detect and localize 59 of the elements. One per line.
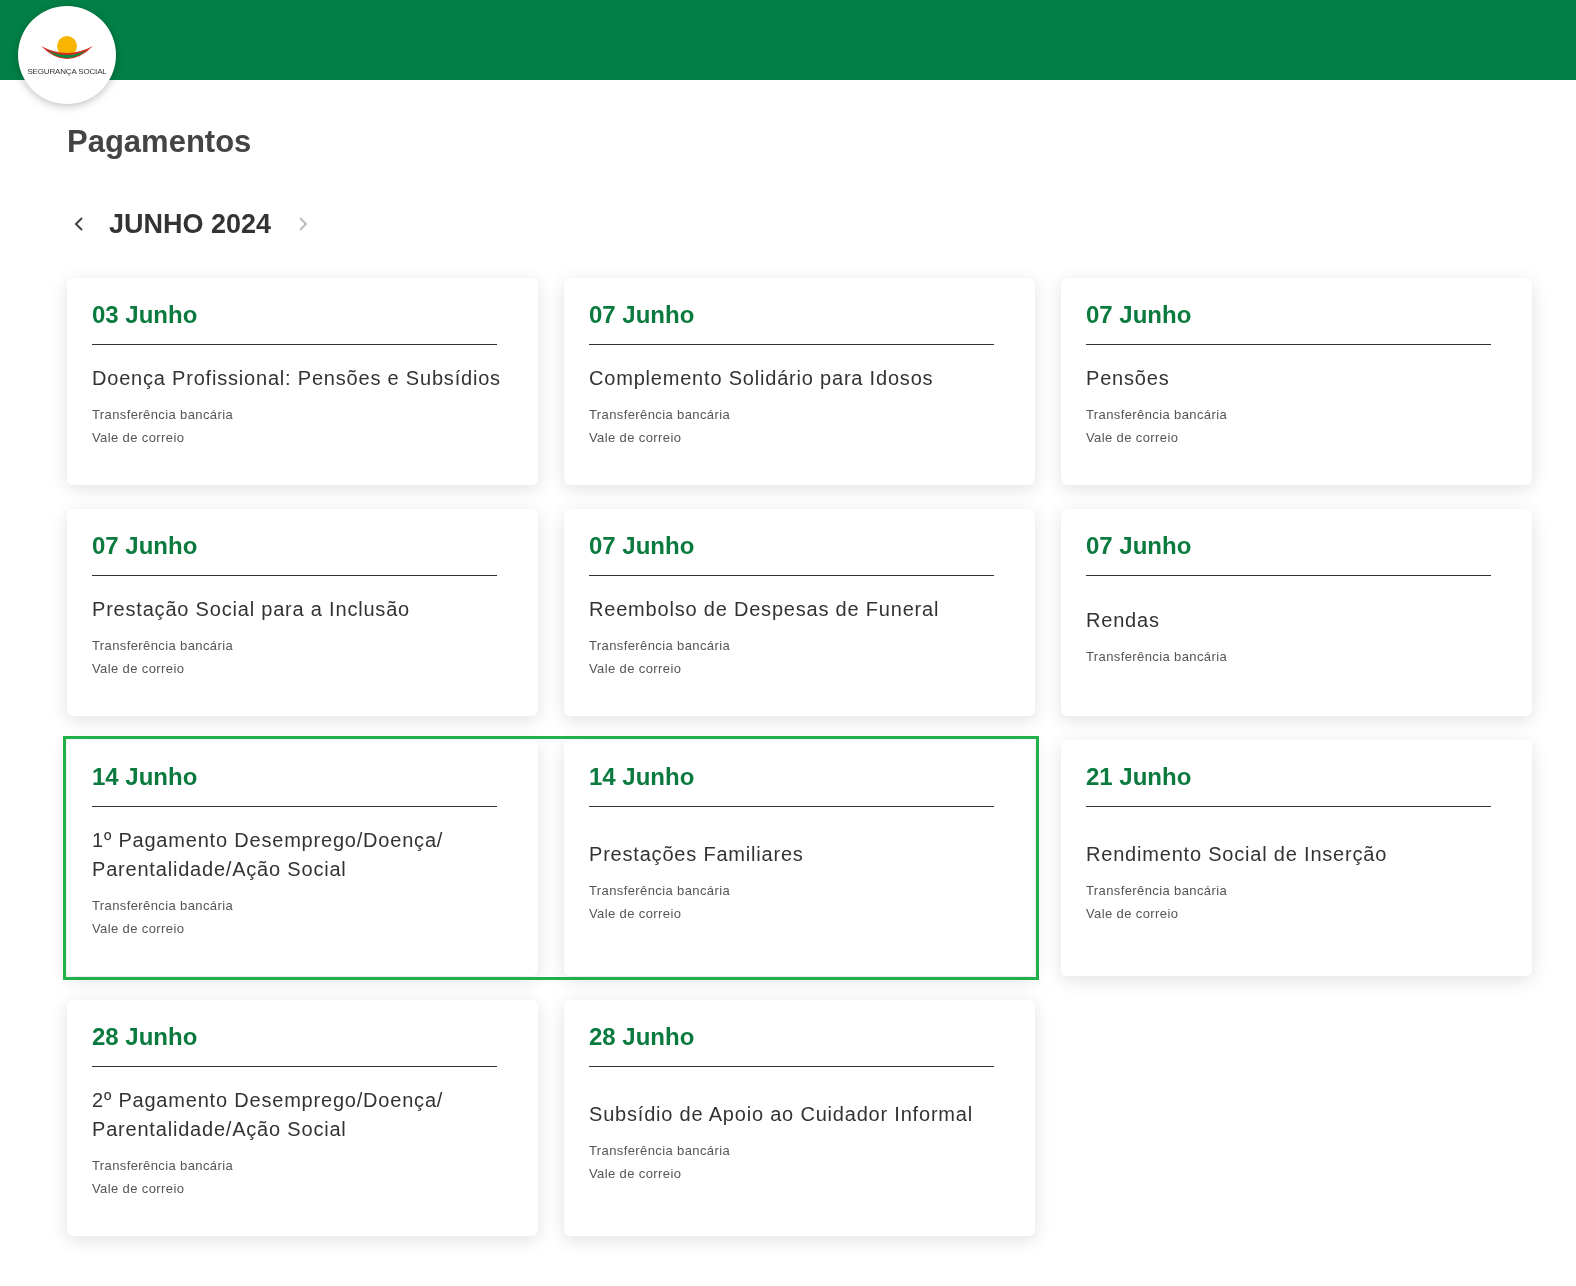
- payment-card[interactable]: 07 Junho Rendas Transferência bancária: [1061, 509, 1532, 716]
- chevron-right-icon: [298, 216, 309, 232]
- payment-method: Transferência bancária: [92, 405, 234, 424]
- payment-title: Pensões: [1086, 365, 1171, 391]
- payment-method: Transferência bancária: [589, 405, 731, 424]
- chevron-left-icon: [74, 216, 84, 232]
- payment-title: Subsídio de Apoio ao Cuidador Informal: [589, 1102, 974, 1127]
- payment-method: Transferência bancária: [92, 896, 234, 915]
- payment-card[interactable]: 07 Junho Prestação Social para a Inclusão Transferência bancária Vale de correio: [67, 509, 538, 716]
- payment-method: Vale de correio: [92, 1179, 185, 1198]
- payment-method: Transferência bancária: [1086, 405, 1228, 424]
- payment-date: 14 Junho: [589, 762, 695, 792]
- payment-method: Transferência bancária: [92, 1156, 234, 1175]
- payment-card[interactable]: 21 Junho Rendimento Social de Inserção Transferência bancária Vale de correio: [1061, 740, 1532, 976]
- payment-card[interactable]: 07 Junho Complemento Solidário para Idosos Transferência bancária Vale de correio: [564, 278, 1035, 485]
- payment-title: Prestação Social para a Inclusão: [92, 596, 411, 622]
- payment-method: Vale de correio: [92, 428, 185, 447]
- payment-date: 14 Junho: [92, 762, 198, 792]
- payment-method: Vale de correio: [92, 659, 185, 678]
- payment-card[interactable]: 03 Junho Doença Profissional: Pensões e Subsídios Transferência bancária Vale de correio: [67, 278, 538, 485]
- payment-date: 07 Junho: [589, 300, 695, 330]
- payment-title: 1º Pagamento Desemprego/Doença/ Parentalidade/Ação Social: [92, 827, 445, 882]
- payment-date: 03 Junho: [92, 300, 198, 330]
- payment-method: Transferência bancária: [589, 636, 731, 655]
- payment-method: Vale de correio: [1086, 428, 1179, 447]
- payment-date: 07 Junho: [589, 531, 695, 561]
- payment-method: Vale de correio: [589, 659, 682, 678]
- payment-date: 28 Junho: [589, 1022, 695, 1052]
- payment-card[interactable]: 28 Junho 2º Pagamento Desemprego/Doença/ Parentalidade/Ação Social Transferência bancária Vale de correio: [67, 1000, 538, 1236]
- payment-card[interactable]: 07 Junho Reembolso de Despesas de Funeral Transferência bancária Vale de correio: [564, 509, 1035, 716]
- payment-date: 07 Junho: [1086, 300, 1192, 330]
- payment-method: Vale de correio: [92, 919, 185, 938]
- payment-title: Doença Profissional: Pensões e Subsídios: [92, 365, 502, 391]
- payment-title: Prestações Familiares: [589, 842, 805, 867]
- logo-text: SEGURANÇA SOCIAL: [27, 66, 107, 78]
- payment-method: Transferência bancária: [1086, 648, 1228, 666]
- payment-title: Reembolso de Despesas de Funeral: [589, 596, 941, 622]
- payment-card[interactable]: 14 Junho Prestações Familiares Transferência bancária Vale de correio: [564, 740, 1035, 976]
- payment-card[interactable]: 07 Junho Pensões Transferência bancária Vale de correio: [1061, 278, 1532, 485]
- payment-card[interactable]: 28 Junho Subsídio de Apoio ao Cuidador Informal Transferência bancária Vale de correio: [564, 1000, 1035, 1236]
- payment-date: 21 Junho: [1086, 762, 1192, 792]
- payment-method: Vale de correio: [1086, 905, 1179, 923]
- payment-title: Rendimento Social de Inserção: [1086, 842, 1389, 867]
- payment-card[interactable]: 14 Junho 1º Pagamento Desemprego/Doença/ Parentalidade/Ação Social Transferência bancária Vale de correio: [67, 740, 538, 976]
- payment-method: Transferência bancária: [589, 1142, 731, 1160]
- payment-method: Transferência bancária: [92, 636, 234, 655]
- payment-date: 28 Junho: [92, 1022, 198, 1052]
- month-label: JUNHO 2024: [109, 207, 272, 241]
- payment-title: 2º Pagamento Desemprego/Doença/ Parentalidade/Ação Social: [92, 1087, 445, 1142]
- payment-method: Vale de correio: [589, 1165, 682, 1183]
- payment-method: Vale de correio: [589, 428, 682, 447]
- payment-method: Vale de correio: [589, 905, 682, 923]
- payment-date: 07 Junho: [92, 531, 198, 561]
- payment-method: Transferência bancária: [1086, 882, 1228, 900]
- payment-date: 07 Junho: [1086, 531, 1192, 561]
- page-title: Pagamentos: [67, 123, 252, 161]
- payment-method: Transferência bancária: [589, 882, 731, 900]
- payment-title: Complemento Solidário para Idosos: [589, 365, 935, 391]
- payment-title: Rendas: [1086, 608, 1161, 633]
